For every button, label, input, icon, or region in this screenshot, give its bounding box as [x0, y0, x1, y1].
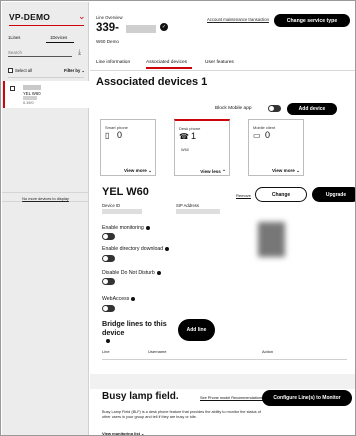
tab-line-information[interactable]: Line information	[96, 60, 130, 65]
list-item[interactable]: YEL W60 0.19/0	[3, 81, 89, 108]
disable-dnd-toggle[interactable]	[102, 278, 115, 285]
select-all[interactable]: Select all	[8, 68, 32, 73]
redacted-text	[126, 25, 156, 33]
device-title: YEL W60	[102, 186, 149, 198]
main-tabs: Line information Associated devices User…	[90, 60, 355, 70]
setting-text: Enable monitoring	[102, 225, 144, 231]
tablet-icon: ▭	[253, 131, 261, 140]
device-name: YEL W60	[23, 90, 41, 96]
setting-text: Disable Do Not Disturb	[102, 270, 155, 276]
table-divider	[102, 359, 347, 360]
associated-devices-title: Associated devices 1	[96, 76, 208, 88]
add-line-button[interactable]: Add line	[178, 319, 215, 341]
disable-dnd-label: Disable Do Not Disturb	[102, 270, 161, 276]
no-more-devices: No more devices to display	[2, 192, 89, 202]
view-label: View less	[200, 169, 221, 174]
view-less-link[interactable]: View less ⌃	[200, 169, 226, 175]
item-checkbox[interactable]	[10, 86, 15, 91]
card-count: 0	[117, 130, 123, 140]
filter-by-label: Filter by	[64, 68, 81, 73]
view-label: View more	[123, 168, 147, 173]
device-card-mobile-client[interactable]: Mobile client ▭ 0 View more ⌄	[248, 119, 304, 176]
device-id-label: Device ID	[102, 203, 121, 208]
blf-description: Busy Lamp Field (BLF) is a desk phone fe…	[102, 410, 261, 419]
card-count: 0	[265, 130, 271, 140]
column-header-line: Line	[102, 349, 110, 354]
info-icon[interactable]	[145, 225, 150, 230]
card-label: Desk phone	[179, 126, 201, 131]
redacted-text	[176, 209, 220, 214]
webaccess-toggle[interactable]	[102, 305, 115, 312]
add-device-button[interactable]: Add device	[287, 103, 337, 115]
bridge-lines-title: Bridge lines to this device	[102, 319, 167, 337]
enable-directory-download-toggle[interactable]	[102, 255, 115, 262]
select-all-label: Select all	[15, 68, 32, 73]
configure-lines-button[interactable]: Configure Line(s) to Monitor	[262, 390, 352, 406]
select-all-checkbox[interactable]	[8, 68, 13, 73]
view-more-link[interactable]: View more ⌄	[124, 168, 152, 174]
info-icon[interactable]	[131, 296, 136, 301]
webaccess-label: WebAccess	[102, 296, 136, 302]
view-monitoring-list-link[interactable]: View monitoring list ⌄	[102, 431, 144, 436]
enable-monitoring-toggle[interactable]	[102, 233, 115, 240]
desk-phone-icon: ☎	[179, 132, 189, 141]
redacted-text	[23, 96, 37, 100]
active-tab-indicator	[46, 42, 74, 43]
device-card-smartphone[interactable]: Smart phone ▯ 0 View more ⌄	[100, 119, 156, 176]
app-window: VP-DEMO ⌄ 1Lines 1Devices Search ⤓ Selec…	[0, 0, 356, 436]
upgrade-button[interactable]: Upgrade	[312, 187, 355, 202]
view-label: View more	[271, 168, 295, 173]
column-header-action: Action	[262, 349, 274, 354]
redacted-text	[23, 85, 41, 90]
search-input[interactable]: Search	[8, 49, 72, 57]
download-icon[interactable]: ⤓	[78, 49, 81, 57]
filter-by[interactable]: Filter by ⌄	[64, 68, 85, 73]
tab-devices[interactable]: 1Devices	[50, 35, 67, 40]
enable-monitoring-label: Enable monitoring	[102, 225, 150, 231]
blf-title: Busy lamp field.	[102, 391, 179, 402]
account-underline	[9, 25, 84, 26]
column-header-username: Username	[148, 349, 167, 354]
block-mobile-toggle[interactable]	[268, 105, 281, 112]
device-card-deskphone[interactable]: Desk phone ☎ 1 W60 View less ⌃	[174, 119, 230, 176]
phone-model-recommendations-link[interactable]: See Phone model Recommendations	[200, 396, 263, 400]
setting-text: Enable directory download	[102, 246, 164, 252]
account-maintenance-link[interactable]: Account maintenance transaction	[207, 17, 269, 22]
card-count: 1	[191, 131, 197, 141]
setting-text: WebAccess	[102, 296, 130, 302]
tab-user-features[interactable]: User features	[205, 60, 234, 65]
remove-link[interactable]: Remove	[236, 193, 251, 198]
change-button[interactable]: Change	[255, 187, 307, 202]
tab-lines[interactable]: 1Lines	[8, 35, 20, 40]
account-name: VP-DEMO	[9, 12, 51, 22]
section-separator	[90, 374, 355, 389]
view-monitoring-label: View monitoring list	[102, 431, 140, 436]
sidebar-tabs: 1Lines 1Devices	[2, 34, 89, 44]
line-name: W60 Demo	[96, 39, 119, 44]
active-tab-indicator	[146, 67, 192, 69]
tab-associated-devices[interactable]: Associated devices	[146, 60, 187, 65]
info-icon[interactable]	[156, 270, 161, 275]
redacted-image	[258, 222, 285, 257]
divider	[8, 77, 84, 78]
enable-directory-download-label: Enable directory download	[102, 246, 170, 252]
main-panel: Line Overview Account maintenance transa…	[90, 2, 355, 436]
device-sub: 0.19/0	[23, 101, 34, 105]
info-icon[interactable]	[165, 246, 170, 251]
card-sub: W60	[181, 148, 189, 152]
smartphone-icon: ▯	[105, 131, 110, 140]
tabs-baseline	[90, 70, 355, 71]
block-mobile-label: Block Mobile app	[215, 106, 252, 111]
line-overview-label: Line Overview	[96, 15, 123, 20]
view-more-link[interactable]: View more ⌄	[272, 168, 300, 174]
redacted-text	[102, 209, 142, 214]
check-icon: ✓	[160, 23, 168, 31]
sidebar: VP-DEMO ⌄ 1Lines 1Devices Search ⤓ Selec…	[2, 2, 89, 435]
chevron-down-icon[interactable]: ⌄	[78, 11, 86, 21]
line-number: 339-	[96, 22, 120, 34]
info-icon[interactable]	[106, 339, 110, 343]
sip-address-label: SIP Address	[176, 203, 199, 208]
change-service-type-button[interactable]: Change service type	[274, 14, 350, 27]
